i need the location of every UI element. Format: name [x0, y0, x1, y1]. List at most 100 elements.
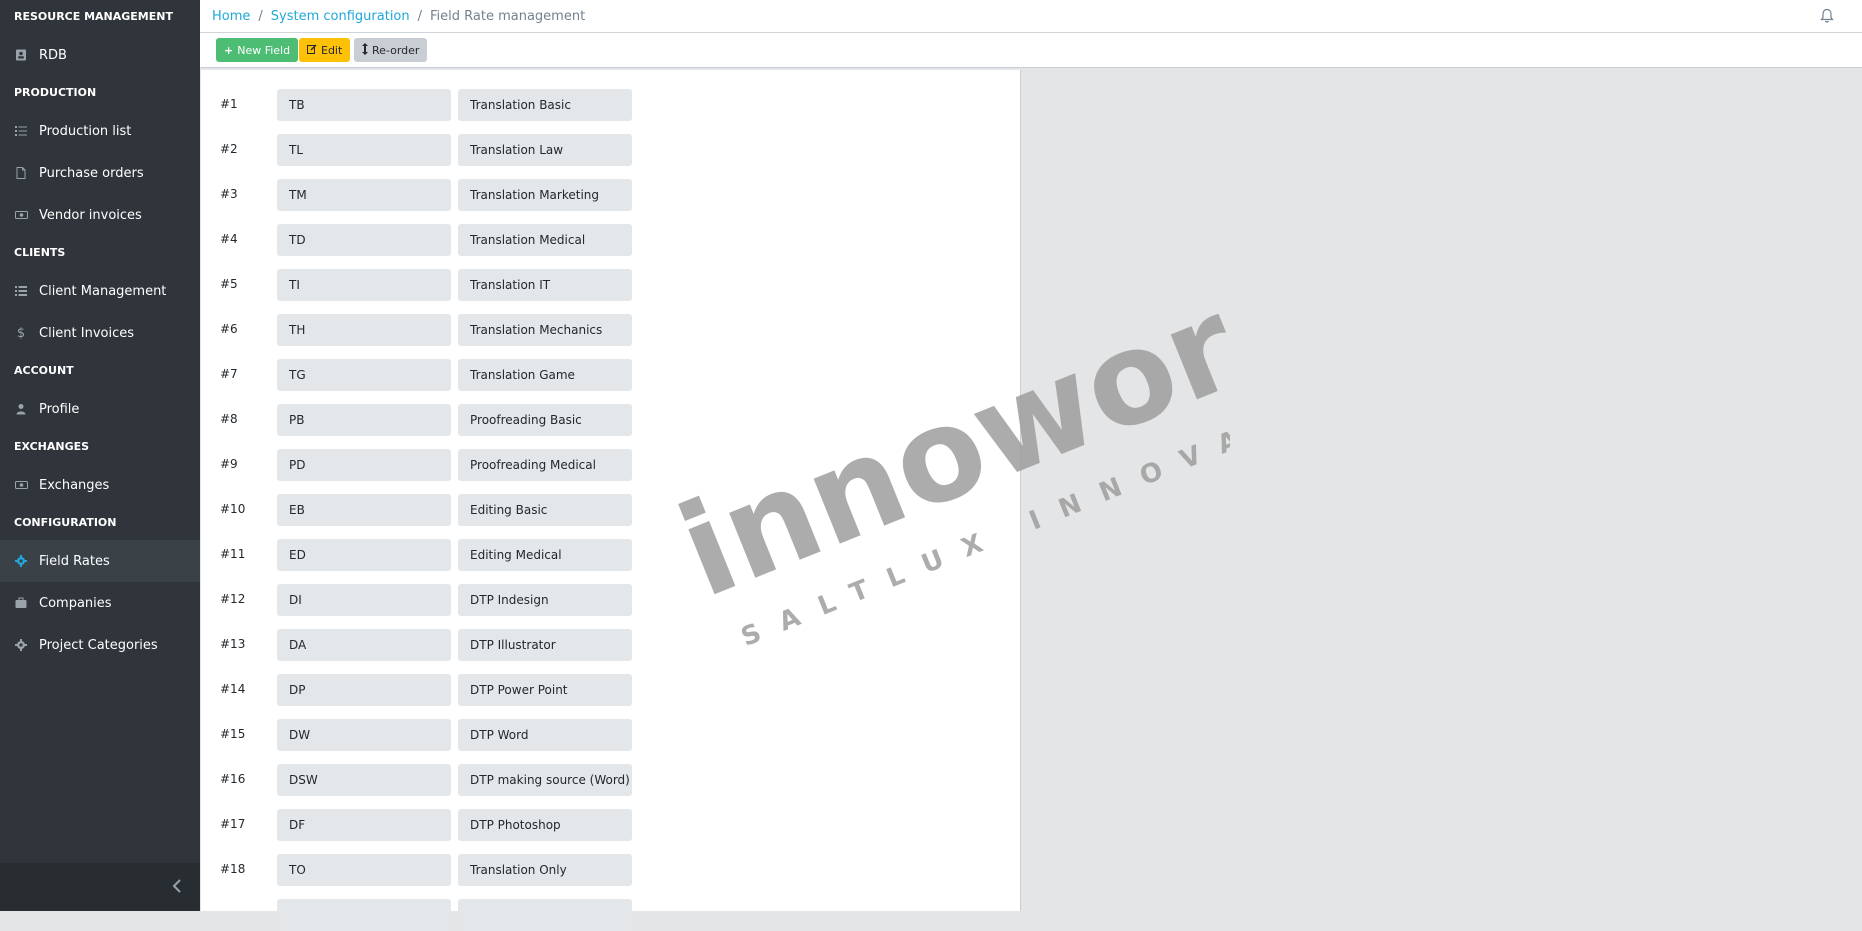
- field-name-input[interactable]: Translation Law: [458, 134, 632, 166]
- gear-icon: [14, 638, 28, 652]
- field-code-input[interactable]: PB: [277, 404, 451, 436]
- toolbar: + New Field Edit Re-order: [200, 33, 1862, 68]
- field-code-input[interactable]: ED: [277, 539, 451, 571]
- breadcrumb-current: Field Rate management: [430, 8, 586, 24]
- vertical-arrows-icon: [362, 42, 368, 58]
- dollar-icon: $: [16, 325, 26, 341]
- row-number: #6: [220, 322, 238, 336]
- breadcrumb-system-configuration-link[interactable]: System configuration: [271, 9, 410, 24]
- field-name-input[interactable]: [458, 899, 632, 931]
- sidebar-item-label: Purchase orders: [39, 165, 144, 181]
- field-name-input[interactable]: Translation Basic: [458, 89, 632, 121]
- briefcase-icon: [14, 596, 28, 610]
- row-number: #14: [220, 682, 246, 696]
- field-name-input[interactable]: Editing Medical: [458, 539, 632, 571]
- row-number: #12: [220, 592, 246, 606]
- row-number: #2: [220, 142, 238, 156]
- field-name-input[interactable]: Translation IT: [458, 269, 632, 301]
- field-code-input[interactable]: DP: [277, 674, 451, 706]
- sidebar-minimizer[interactable]: [0, 863, 200, 911]
- field-name-input[interactable]: DTP Photoshop: [458, 809, 632, 841]
- row-number: #8: [220, 412, 238, 426]
- file-icon: [14, 166, 28, 180]
- field-name-input[interactable]: Proofreading Basic: [458, 404, 632, 436]
- field-code-input[interactable]: TI: [277, 269, 451, 301]
- row-number: #1: [220, 97, 238, 111]
- nav-section-title: EXCHANGES: [14, 440, 90, 453]
- breadcrumb-separator: /: [417, 8, 423, 24]
- field-name-input[interactable]: Translation Medical: [458, 224, 632, 256]
- field-code-input[interactable]: TM: [277, 179, 451, 211]
- row-number: #17: [220, 817, 246, 831]
- field-rate-list: #1 TB Translation Basic #2 TL Translatio…: [201, 70, 1021, 931]
- sidebar-item-field-rates[interactable]: Field Rates: [0, 540, 200, 582]
- field-name-input[interactable]: Translation Only: [458, 854, 632, 886]
- chevron-left-icon: [172, 877, 182, 898]
- row-number: #16: [220, 772, 246, 786]
- field-code-input[interactable]: TL: [277, 134, 451, 166]
- breadcrumb-separator: /: [258, 8, 263, 24]
- row-number: #3: [220, 187, 238, 201]
- field-code-input[interactable]: PD: [277, 449, 451, 481]
- field-code-input[interactable]: EB: [277, 494, 451, 526]
- field-code-input[interactable]: TH: [277, 314, 451, 346]
- sidebar-item-rdb[interactable]: RDB: [0, 34, 200, 76]
- user-icon: [14, 402, 28, 416]
- field-code-input[interactable]: DW: [277, 719, 451, 751]
- field-name-input[interactable]: Translation Marketing: [458, 179, 632, 211]
- gear-icon: [14, 554, 28, 568]
- field-name-input[interactable]: DTP making source (Word): [458, 764, 632, 796]
- sidebar-item-purchase-orders[interactable]: Purchase orders: [0, 152, 200, 194]
- new-field-button[interactable]: + New Field: [216, 38, 299, 62]
- field-name-input[interactable]: DTP Power Point: [458, 674, 632, 706]
- sidebar-item-vendor-invoices[interactable]: Vendor invoices: [0, 194, 200, 236]
- field-code-input[interactable]: TG: [277, 359, 451, 391]
- field-code-input[interactable]: [277, 899, 451, 931]
- field-code-input[interactable]: TO: [277, 854, 451, 886]
- field-code-input[interactable]: TB: [277, 89, 451, 121]
- field-name-input[interactable]: DTP Word: [458, 719, 632, 751]
- field-name-input[interactable]: Proofreading Medical: [458, 449, 632, 481]
- sidebar-item-production-list[interactable]: Production list: [0, 110, 200, 152]
- breadcrumb-home-link[interactable]: Home: [212, 9, 250, 24]
- field-code-input[interactable]: DSW: [277, 764, 451, 796]
- edit-icon: [307, 44, 317, 57]
- row-number: #18: [220, 862, 246, 876]
- field-code-input[interactable]: DF: [277, 809, 451, 841]
- sidebar-item-label: Exchanges: [39, 477, 110, 493]
- row-number: #10: [220, 502, 246, 516]
- list-icon: [14, 284, 28, 298]
- field-name-input[interactable]: Translation Mechanics: [458, 314, 632, 346]
- header: Home / System configuration / Field Rate…: [200, 0, 1862, 33]
- money-icon: [14, 208, 28, 222]
- breadcrumb: Home / System configuration / Field Rate…: [212, 0, 585, 32]
- field-name-input[interactable]: DTP Indesign: [458, 584, 632, 616]
- field-code-input[interactable]: DA: [277, 629, 451, 661]
- sidebar-item-label: Profile: [39, 401, 80, 417]
- row-number: #5: [220, 277, 238, 291]
- field-code-input[interactable]: TD: [277, 224, 451, 256]
- sidebar-item-companies[interactable]: Companies: [0, 582, 200, 624]
- new-field-label: New Field: [237, 43, 291, 57]
- sidebar-item-label: Project Categories: [39, 637, 158, 653]
- sidebar-item-client-management[interactable]: Client Management: [0, 270, 200, 312]
- nav-section-title: PRODUCTION: [14, 86, 97, 99]
- sidebar-item-project-categories[interactable]: Project Categories: [0, 624, 200, 666]
- field-name-input[interactable]: DTP Illustrator: [458, 629, 632, 661]
- plus-icon: +: [224, 43, 234, 57]
- field-name-input[interactable]: Editing Basic: [458, 494, 632, 526]
- reorder-button[interactable]: Re-order: [354, 38, 428, 62]
- sidebar-item-exchanges[interactable]: Exchanges: [0, 464, 200, 506]
- bell-icon[interactable]: [1820, 8, 1836, 24]
- nav-section-title: RESOURCE MANAGEMENT: [14, 10, 173, 23]
- sidebar: RESOURCE MANAGEMENT RDB PRODUCTION Produ…: [0, 0, 200, 911]
- field-name-input[interactable]: Translation Game: [458, 359, 632, 391]
- row-number: #15: [220, 727, 246, 741]
- nav-section-title: ACCOUNT: [14, 364, 74, 377]
- sidebar-item-client-invoices[interactable]: $ Client Invoices: [0, 312, 200, 354]
- nav-section-title: CLIENTS: [14, 246, 66, 259]
- field-code-input[interactable]: DI: [277, 584, 451, 616]
- sidebar-item-label: RDB: [39, 47, 67, 63]
- sidebar-item-profile[interactable]: Profile: [0, 388, 200, 430]
- edit-button[interactable]: Edit: [299, 38, 351, 62]
